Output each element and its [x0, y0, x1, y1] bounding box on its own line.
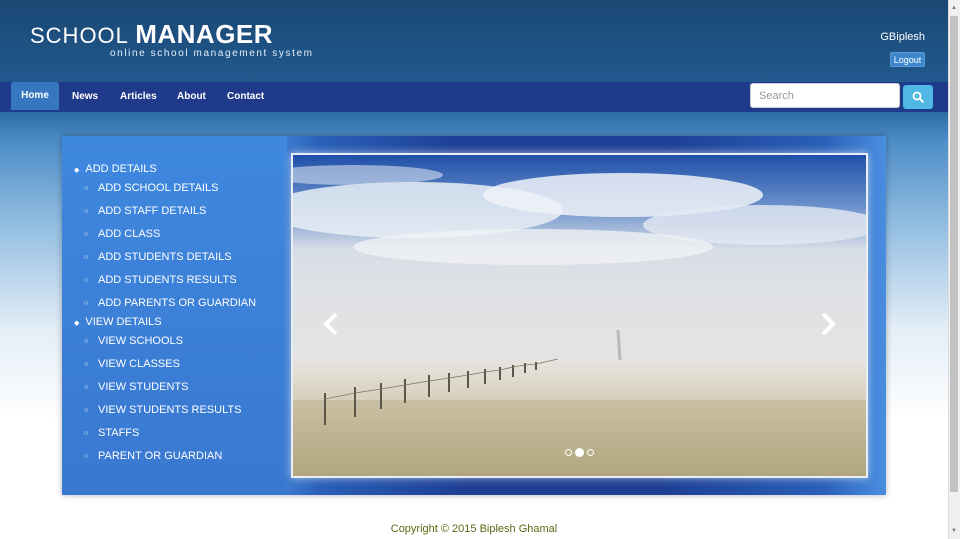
logo-title-part1: SCHOOL — [30, 23, 129, 48]
nav-articles[interactable]: Articles — [108, 82, 169, 112]
logo-title-part2: MANAGER — [135, 19, 274, 49]
sidebar: ◆ ADD DETAILS ADD SCHOOL DETAILS ADD STAF… — [62, 136, 287, 495]
menu-item-add-students-details[interactable]: ADD STUDENTS DETAILS — [74, 250, 256, 273]
scrollbar-thumb[interactable] — [950, 16, 958, 492]
menu-section-title: VIEW DETAILS — [85, 316, 162, 328]
menu-section-view-details[interactable]: ◆ VIEW DETAILS — [74, 315, 256, 334]
footer-copyright: Copyright © 2015 Biplesh Ghamal — [390, 523, 558, 535]
scroll-up-icon[interactable]: ▲ — [950, 3, 958, 13]
carousel-indicator[interactable] — [587, 449, 594, 456]
logo-tagline: online school management system — [110, 48, 314, 59]
scroll-down-icon[interactable]: ▼ — [950, 526, 958, 536]
chevron-left-icon — [323, 312, 338, 336]
site-header: SCHOOL MANAGER online school management … — [0, 0, 948, 82]
menu-item-view-classes[interactable]: VIEW CLASSES — [74, 357, 256, 380]
logo-title: SCHOOL MANAGER — [30, 19, 314, 49]
logout-button[interactable]: Logout — [890, 52, 925, 67]
carousel-indicator-active[interactable] — [575, 448, 584, 457]
bullet-icon: ◆ — [74, 320, 80, 327]
search-input[interactable] — [750, 83, 900, 108]
menu-item-view-students-results[interactable]: VIEW STUDENTS RESULTS — [74, 403, 256, 426]
search-icon — [912, 91, 924, 103]
nav-home[interactable]: Home — [11, 82, 59, 110]
menu-section-title: ADD DETAILS — [85, 163, 157, 175]
menu-item-add-class[interactable]: ADD CLASS — [74, 227, 256, 250]
search-button[interactable] — [903, 85, 933, 109]
site-logo[interactable]: SCHOOL MANAGER online school management … — [30, 19, 314, 59]
menu-section-add-details[interactable]: ◆ ADD DETAILS — [74, 162, 256, 181]
nav-news[interactable]: News — [60, 82, 110, 112]
user-name: GBiplesh — [880, 31, 925, 43]
nav-about[interactable]: About — [165, 82, 218, 112]
menu-item-view-schools[interactable]: VIEW SCHOOLS — [74, 334, 256, 357]
menu-item-add-school-details[interactable]: ADD SCHOOL DETAILS — [74, 181, 256, 204]
menu-item-parent-or-guardian[interactable]: PARENT OR GUARDIAN — [74, 449, 256, 472]
chevron-right-icon — [821, 312, 836, 336]
image-carousel[interactable] — [291, 153, 868, 478]
menu-item-add-students-results[interactable]: ADD STUDENTS RESULTS — [74, 273, 256, 296]
sidebar-menu: ◆ ADD DETAILS ADD SCHOOL DETAILS ADD STAF… — [74, 162, 256, 472]
menu-item-add-staff-details[interactable]: ADD STAFF DETAILS — [74, 204, 256, 227]
menu-item-add-parents-or-guardian[interactable]: ADD PARENTS OR GUARDIAN — [74, 296, 256, 315]
carousel-indicator[interactable] — [565, 449, 572, 456]
carousel-next-button[interactable] — [820, 312, 836, 336]
carousel-indicators — [565, 448, 594, 457]
bullet-icon: ◆ — [74, 167, 80, 174]
carousel-prev-button[interactable] — [323, 312, 339, 336]
carousel-slide-image — [293, 155, 866, 476]
nav-contact[interactable]: Contact — [215, 82, 276, 112]
menu-item-view-students[interactable]: VIEW STUDENTS — [74, 380, 256, 403]
menu-item-staffs[interactable]: STAFFS — [74, 426, 256, 449]
